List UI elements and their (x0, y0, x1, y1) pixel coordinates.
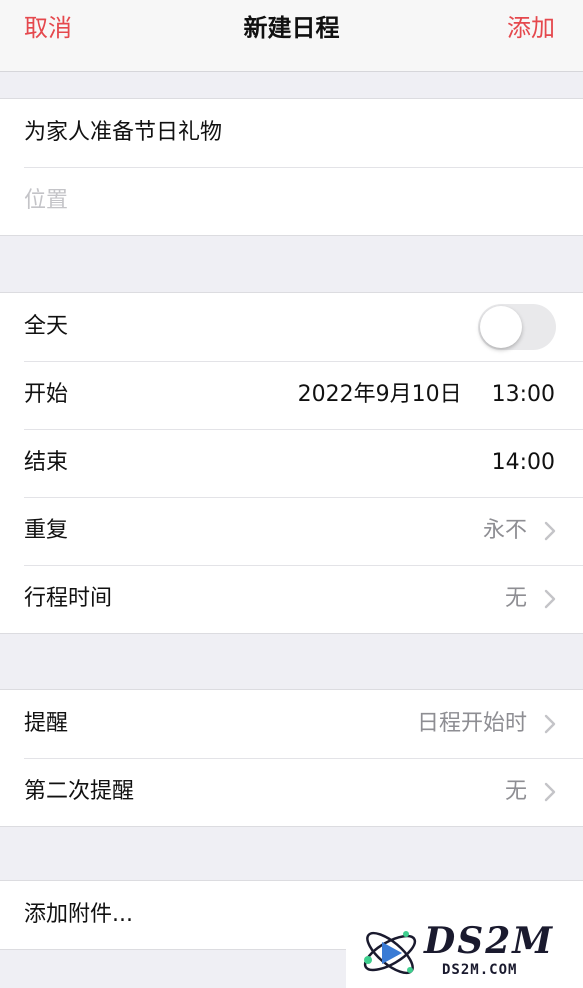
second-alert-value: 无 (504, 779, 527, 804)
end-time[interactable]: 14:00 (492, 447, 555, 479)
alert-label: 提醒 (24, 711, 69, 736)
travel-time-row[interactable]: 行程时间 无 (0, 565, 583, 633)
time-group: 全天 开始 2022年9月10日 13:00 结束 14:00 重复 永不 行程时… (0, 292, 583, 634)
all-day-label: 全天 (24, 314, 69, 339)
all-day-row: 全天 (0, 293, 583, 361)
navigation-bar: 取消 新建日程 添加 (0, 0, 583, 72)
alert-row[interactable]: 提醒 日程开始时 (0, 690, 583, 758)
add-button[interactable]: 添加 (507, 12, 555, 44)
start-time[interactable]: 13:00 (492, 382, 555, 407)
event-info-group: 为家人准备节日礼物 位置 (0, 98, 583, 236)
chevron-right-icon (544, 589, 556, 609)
end-row[interactable]: 结束 14:00 (0, 429, 583, 497)
atom-logo-icon (363, 931, 417, 975)
travel-time-label: 行程时间 (24, 586, 113, 611)
all-day-toggle[interactable] (478, 304, 556, 350)
location-input[interactable]: 位置 (24, 185, 68, 217)
location-row[interactable]: 位置 (0, 167, 583, 235)
repeat-row[interactable]: 重复 永不 (0, 497, 583, 565)
page-title: 新建日程 (243, 14, 340, 42)
start-date[interactable]: 2022年9月10日 (298, 382, 462, 407)
start-label: 开始 (24, 382, 69, 407)
second-alert-row[interactable]: 第二次提醒 无 (0, 758, 583, 826)
title-row[interactable]: 为家人准备节日礼物 (0, 99, 583, 167)
end-label: 结束 (24, 450, 69, 475)
alert-value: 日程开始时 (416, 711, 527, 736)
watermark-subtext: DS2M.COM (442, 962, 518, 978)
repeat-label: 重复 (24, 518, 69, 543)
chevron-right-icon (544, 714, 556, 734)
add-attachment-button[interactable]: 添加附件... (24, 899, 133, 931)
repeat-value: 永不 (482, 518, 527, 543)
start-value[interactable]: 2022年9月10日 13:00 (298, 379, 555, 411)
watermark-logo: DS2M DS2M.COM (346, 918, 583, 988)
travel-time-value: 无 (504, 586, 527, 611)
alert-group: 提醒 日程开始时 第二次提醒 无 (0, 689, 583, 827)
start-row[interactable]: 开始 2022年9月10日 13:00 (0, 361, 583, 429)
chevron-right-icon (544, 521, 556, 541)
event-title-input[interactable]: 为家人准备节日礼物 (24, 117, 222, 149)
watermark-text: DS2M (424, 920, 555, 962)
toggle-knob (480, 306, 522, 348)
chevron-right-icon (544, 782, 556, 802)
second-alert-label: 第二次提醒 (24, 779, 135, 804)
